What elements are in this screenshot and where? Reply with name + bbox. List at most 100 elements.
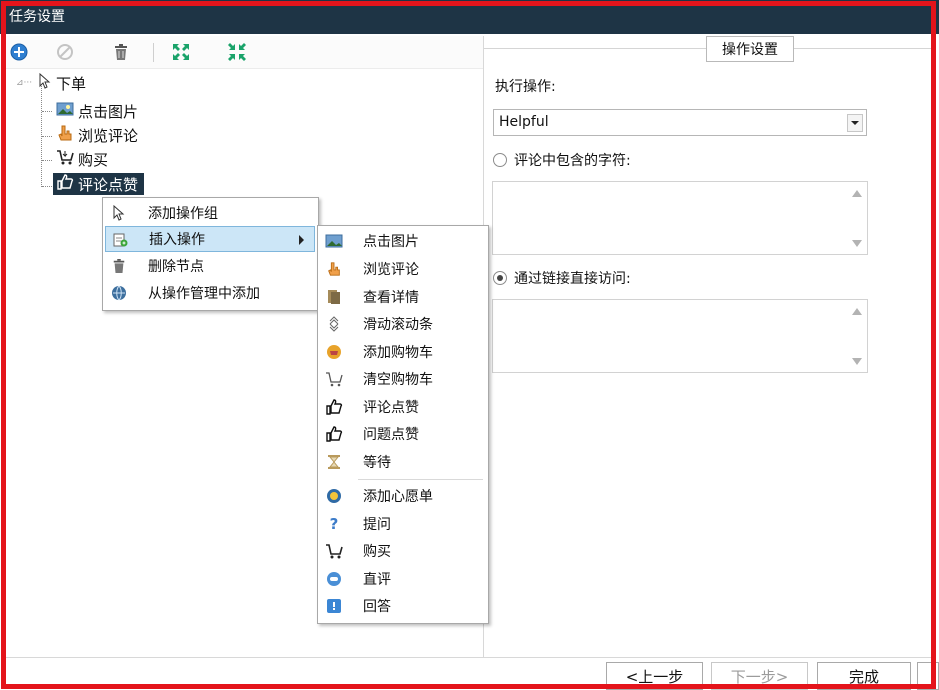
- submenu-item-label: 添加心愿单: [363, 489, 433, 505]
- submenu-item-view-details[interactable]: 查看详情: [320, 284, 485, 310]
- insert-icon: [111, 231, 129, 249]
- basket-icon: [325, 343, 343, 361]
- submenu-item-label: 直评: [363, 572, 391, 588]
- action-select[interactable]: Helpful: [493, 109, 867, 136]
- tree-node-label: 评论点赞: [78, 175, 139, 194]
- disable-icon[interactable]: [55, 42, 75, 62]
- image-icon: [325, 232, 343, 250]
- group-title: 操作设置: [706, 36, 794, 62]
- submenu-item-click-image[interactable]: 点击图片: [320, 228, 485, 254]
- scroll-up-icon[interactable]: [852, 190, 862, 197]
- trash-icon[interactable]: [111, 42, 131, 62]
- submenu-item-review-like[interactable]: 评论点赞: [320, 394, 485, 420]
- submenu-item-label: 点击图片: [363, 234, 419, 250]
- toolbar-separator: [153, 43, 154, 62]
- submenu-item-label: 滑动滚动条: [363, 317, 433, 333]
- tree-node-purchase[interactable]: 购买: [56, 148, 108, 170]
- direct-link-field[interactable]: [492, 299, 868, 373]
- submenu-item-answer[interactable]: 回答: [320, 593, 485, 619]
- cart-icon: [56, 148, 74, 170]
- submenu-item-direct-review[interactable]: 直评: [320, 566, 485, 592]
- direct-link-label: 通过链接直接访问:: [514, 271, 631, 287]
- hand-pointer-icon: [56, 124, 74, 146]
- menu-item-label: 从操作管理中添加: [148, 286, 260, 302]
- submenu-item-label: 等待: [363, 455, 391, 471]
- submenu-item-purchase[interactable]: 购买: [320, 538, 485, 564]
- tree-toolbar: [6, 36, 483, 69]
- scroll-down-icon[interactable]: [852, 240, 862, 247]
- collapse-arrow-icon[interactable]: ⊿···: [16, 78, 34, 88]
- thumbs-up-icon: [56, 173, 74, 195]
- direct-link-radio[interactable]: [493, 271, 507, 285]
- cart-icon: [325, 542, 343, 560]
- tree-node-label: 浏览评论: [78, 126, 139, 145]
- prev-button[interactable]: <上一步: [606, 662, 703, 690]
- wishlist-icon: [325, 487, 343, 505]
- tree-node-browse-reviews[interactable]: 浏览评论: [56, 124, 138, 146]
- thumbs-up-icon: [325, 398, 343, 416]
- menu-item-add-group[interactable]: 添加操作组: [105, 200, 315, 226]
- menu-item-insert-operation[interactable]: 插入操作: [105, 226, 315, 252]
- submenu-item-ask[interactable]: ? 提问: [320, 511, 485, 537]
- tree-node-review-like[interactable]: 评论点赞: [53, 173, 145, 195]
- window-title: 任务设置: [9, 9, 65, 25]
- expand-icon[interactable]: [171, 42, 191, 62]
- submenu-item-add-wishlist[interactable]: 添加心愿单: [320, 483, 485, 509]
- submenu-item-label: 问题点赞: [363, 427, 419, 443]
- submenu-item-add-to-cart[interactable]: 添加购物车: [320, 339, 485, 365]
- submenu-item-label: 添加购物车: [363, 345, 433, 361]
- answer-icon: [325, 597, 343, 615]
- submenu-item-browse-reviews[interactable]: 浏览评论: [320, 256, 485, 282]
- contains-text-radio[interactable]: [493, 153, 507, 167]
- cursor-icon: [38, 72, 52, 93]
- extra-button[interactable]: [917, 662, 939, 690]
- scrollbar[interactable]: [847, 300, 867, 372]
- submenu-item-wait[interactable]: 等待: [320, 449, 485, 475]
- submenu-item-label: 购买: [363, 544, 391, 560]
- scroll-icon: [325, 315, 343, 333]
- action-select-value: Helpful: [499, 114, 549, 130]
- submenu-item-scroll[interactable]: 滑动滚动条: [320, 311, 485, 337]
- contains-text-label: 评论中包含的字符:: [514, 153, 631, 169]
- collapse-icon[interactable]: [227, 42, 247, 62]
- add-icon[interactable]: [9, 42, 29, 62]
- insert-operation-submenu: 点击图片 浏览评论 查看详情 滑动滚动条 添加购物车 清空购物车 评论点赞 问题…: [317, 225, 489, 624]
- trash-icon: [110, 257, 128, 275]
- submenu-item-label: 查看详情: [363, 290, 419, 306]
- finish-button[interactable]: 完成: [817, 662, 911, 690]
- comment-icon: [325, 570, 343, 588]
- submenu-item-label: 清空购物车: [363, 372, 433, 388]
- tree-node-label: 购买: [78, 150, 109, 169]
- tree-node-label: 下单: [56, 74, 87, 93]
- context-menu: 添加操作组 插入操作 删除节点 从操作管理中添加: [102, 197, 319, 311]
- submenu-item-empty-cart[interactable]: 清空购物车: [320, 366, 485, 392]
- operation-settings-pane: 操作设置 执行操作: Helpful 评论中包含的字符: 通过链接直接访问:: [484, 36, 932, 657]
- contains-text-field[interactable]: [492, 181, 868, 255]
- chevron-down-icon[interactable]: [847, 114, 863, 132]
- menu-item-label: 插入操作: [149, 232, 205, 248]
- menu-item-label: 添加操作组: [148, 206, 218, 222]
- scroll-up-icon[interactable]: [852, 308, 862, 315]
- window-edge: [932, 34, 939, 688]
- hourglass-icon: [325, 453, 343, 471]
- tree-connector: [42, 111, 52, 112]
- submenu-arrow-icon: [299, 235, 304, 245]
- submenu-item-label: 评论点赞: [363, 400, 419, 416]
- tree-connector: [42, 136, 52, 137]
- tree-node-click-image[interactable]: 点击图片: [56, 100, 138, 122]
- menu-item-add-from-manager[interactable]: 从操作管理中添加: [105, 280, 315, 306]
- next-button[interactable]: 下一步>: [711, 662, 808, 690]
- image-icon: [56, 101, 74, 121]
- scroll-down-icon[interactable]: [852, 358, 862, 365]
- document-icon: [325, 288, 343, 306]
- scrollbar[interactable]: [847, 182, 867, 254]
- submenu-item-label: 浏览评论: [363, 262, 419, 278]
- tree-root-node[interactable]: ⊿··· 下单: [16, 72, 86, 94]
- empty-cart-icon: [325, 370, 343, 388]
- tree-connector: [42, 186, 52, 187]
- thumbs-up-icon: [325, 425, 343, 443]
- menu-item-delete-node[interactable]: 删除节点: [105, 253, 315, 279]
- submenu-item-question-like[interactable]: 问题点赞: [320, 421, 485, 447]
- submenu-separator: [358, 479, 483, 480]
- action-label: 执行操作:: [495, 79, 556, 95]
